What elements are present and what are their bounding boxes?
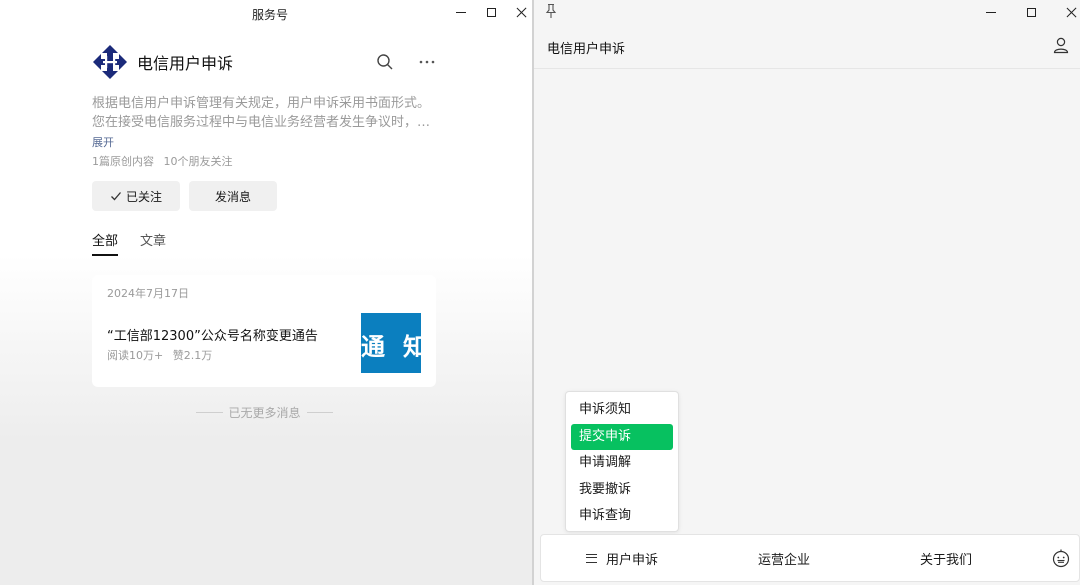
minimize-icon (456, 11, 466, 13)
close-icon (516, 7, 527, 18)
chat-window: 电信用户申诉 申诉须知 提交申诉 申请调解 我要撤诉 申诉查询 用户申诉 运营企… (534, 0, 1080, 585)
account-name: 电信用户申诉 (137, 54, 234, 73)
search-button[interactable] (375, 52, 395, 72)
followed-button[interactable]: 已关注 (92, 181, 180, 211)
followed-label: 已关注 (125, 189, 162, 204)
thumbnail-text-1: 通 (361, 333, 385, 361)
chat-minimize-button[interactable] (971, 0, 1011, 24)
submenu-popup: 申诉须知 提交申诉 申请调解 我要撤诉 申诉查询 (565, 391, 679, 532)
more-icon (419, 60, 435, 64)
article-date: 2024年7月17日 (107, 287, 189, 300)
article-reads: 阅读10万+ (107, 349, 164, 362)
search-icon (377, 54, 393, 70)
description-line-1: 根据电信用户申诉管理有关规定，用户申诉采用书面形式。 (92, 96, 431, 111)
content-tabs: 全部 文章 (92, 230, 166, 256)
menu-operators[interactable]: 运营企业 (758, 535, 810, 581)
menu-about-us[interactable]: 关于我们 (920, 535, 972, 581)
maximize-icon (1026, 7, 1036, 17)
submenu-item-notice[interactable]: 申诉须知 (571, 397, 673, 424)
chat-header-divider (534, 68, 1080, 69)
divider-line-left (196, 412, 223, 413)
article-likes: 赞2.1万 (172, 349, 213, 362)
expand-link[interactable]: 展开 (92, 134, 114, 150)
friends-following: 10个朋友关注 (163, 155, 233, 168)
tab-articles[interactable]: 文章 (140, 230, 166, 256)
window-controls (446, 0, 536, 24)
close-icon (1066, 7, 1077, 18)
chat-maximize-button[interactable] (1011, 0, 1051, 24)
submenu-item-query[interactable]: 申诉查询 (571, 503, 673, 530)
send-message-button[interactable]: 发消息 (189, 181, 277, 211)
menu-about-us-label: 关于我们 (920, 552, 973, 568)
account-header-actions (375, 52, 437, 72)
minimize-button[interactable] (446, 0, 476, 24)
chat-close-button[interactable] (1051, 0, 1080, 24)
account-stats: 1篇原创内容 10个朋友关注 (92, 153, 233, 169)
article-card[interactable]: 2024年7月17日 “工信部12300”公众号名称变更通告 阅读10万+ 赞2… (92, 275, 436, 387)
thumbnail-text-2: 知 (403, 333, 421, 361)
chat-window-controls (971, 0, 1080, 24)
article-thumbnail[interactable]: 通 知 (361, 313, 421, 373)
menu-user-complaint[interactable]: 用户申诉 (586, 535, 658, 581)
original-count: 1篇原创内容 (92, 155, 154, 168)
pin-icon[interactable] (544, 3, 558, 19)
menu-icon (586, 553, 597, 563)
maximize-icon (486, 7, 496, 17)
no-more-text: 已无更多消息 (228, 406, 301, 420)
article-meta: 阅读10万+ 赞2.1万 (107, 347, 212, 363)
no-more-messages: 已无更多消息 (196, 404, 334, 421)
account-buttons: 已关注 发消息 (92, 181, 277, 211)
minimize-icon (986, 11, 996, 13)
more-button[interactable] (417, 52, 437, 72)
official-account-window: 服务号 电信用户申诉 根据电信用户申诉管理有关规定，用户申诉采用书面形式。 您在… (0, 0, 532, 585)
check-icon (111, 192, 121, 201)
submenu-item-submit[interactable]: 提交申诉 (571, 423, 673, 450)
maximize-button[interactable] (476, 0, 506, 24)
user-icon[interactable] (1052, 36, 1070, 54)
bottom-menu-bar: 用户申诉 运营企业 关于我们 (540, 534, 1080, 582)
tab-all[interactable]: 全部 (92, 230, 119, 256)
submenu-item-mediation[interactable]: 申请调解 (571, 450, 673, 477)
menu-operators-label: 运营企业 (758, 552, 811, 568)
chat-title: 电信用户申诉 (547, 42, 626, 57)
emoji-icon[interactable] (1051, 548, 1071, 568)
description-line-2: 您在接受电信服务过程中与电信业务经营者发生争议时，… (92, 115, 431, 130)
article-title[interactable]: “工信部12300”公众号名称变更通告 (107, 325, 318, 344)
menu-user-complaint-label: 用户申诉 (606, 552, 659, 568)
account-logo[interactable] (92, 44, 128, 80)
account-description: 根据电信用户申诉管理有关规定，用户申诉采用书面形式。 您在接受电信服务过程中与电… (92, 94, 437, 132)
account-header: 电信用户申诉 (92, 44, 437, 80)
submenu-item-withdraw[interactable]: 我要撤诉 (571, 477, 673, 504)
divider-line-right (306, 412, 334, 413)
send-message-label: 发消息 (214, 189, 251, 204)
